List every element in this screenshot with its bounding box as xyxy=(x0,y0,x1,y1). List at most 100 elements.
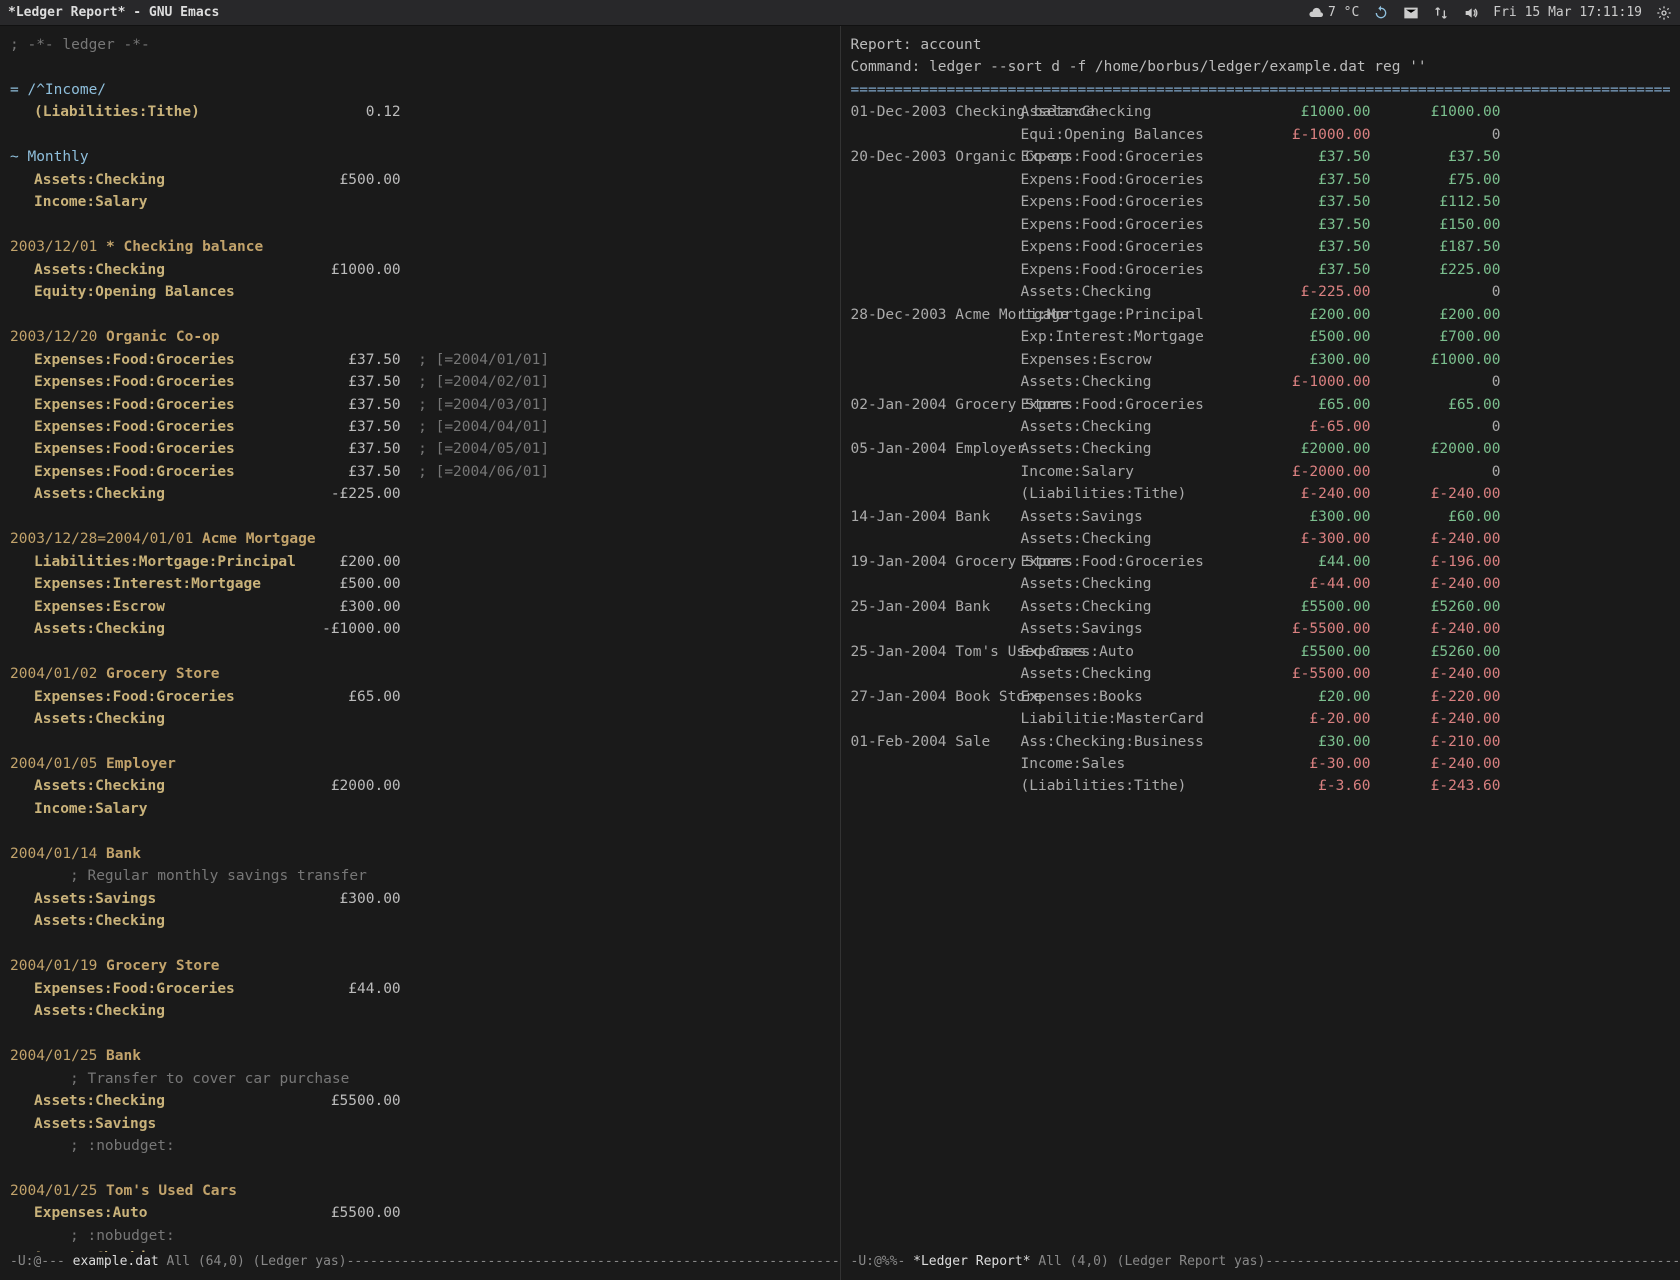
report-balance: £-210.00 xyxy=(1371,731,1501,753)
source-line[interactable]: 2004/01/19 Grocery Store xyxy=(10,955,830,977)
refresh-icon[interactable] xyxy=(1373,5,1389,21)
report-row[interactable]: Income:Sales£-30.00£-240.00 xyxy=(851,753,1671,775)
report-account: Assets:Checking xyxy=(1021,528,1241,550)
volume-icon[interactable] xyxy=(1463,5,1479,21)
report-row[interactable]: 02-Jan-2004 Grocery StoreExpens:Food:Gro… xyxy=(851,394,1671,416)
mail-icon[interactable] xyxy=(1403,5,1419,21)
source-line[interactable]: Expenses:Food:Groceries £37.50 ; [=2004/… xyxy=(10,371,830,393)
source-line[interactable]: Expenses:Food:Groceries £37.50 ; [=2004/… xyxy=(10,416,830,438)
source-line[interactable]: (Liabilities:Tithe) 0.12 xyxy=(10,101,830,123)
right-buffer[interactable]: Report: account Command: ledger --sort d… xyxy=(841,26,1680,1280)
source-line[interactable]: Assets:Checking £500.00 xyxy=(10,169,830,191)
source-line[interactable]: 2004/01/25 Tom's Used Cars xyxy=(10,1180,830,1202)
report-row[interactable]: (Liabilities:Tithe)£-3.60£-243.60 xyxy=(851,775,1671,797)
report-row[interactable]: Expens:Food:Groceries£37.50£225.00 xyxy=(851,259,1671,281)
source-line[interactable]: 2003/12/01 * Checking balance xyxy=(10,236,830,258)
report-amount: £-300.00 xyxy=(1241,528,1371,550)
source-line[interactable]: Assets:Checking -£225.00 xyxy=(10,483,830,505)
source-line[interactable]: Assets:Savings xyxy=(10,1113,830,1135)
report-row[interactable]: Assets:Checking£-44.00£-240.00 xyxy=(851,573,1671,595)
source-line[interactable]: Expenses:Interest:Mortgage £500.00 xyxy=(10,573,830,595)
source-line[interactable]: ; -*- ledger -*- xyxy=(10,34,830,56)
source-line[interactable] xyxy=(10,933,830,955)
source-line[interactable]: ; Regular monthly savings transfer xyxy=(10,865,830,887)
source-line[interactable]: ; :nobudget: xyxy=(10,1135,830,1157)
report-row[interactable]: 20-Dec-2003 Organic Co-opExpens:Food:Gro… xyxy=(851,146,1671,168)
report-row[interactable]: Income:Salary£-2000.000 xyxy=(851,461,1671,483)
report-row[interactable]: 28-Dec-2003 Acme MortgageLi:Mortgage:Pri… xyxy=(851,304,1671,326)
report-row[interactable]: Assets:Checking£-225.000 xyxy=(851,281,1671,303)
source-line[interactable]: ; Transfer to cover car purchase xyxy=(10,1068,830,1090)
report-row[interactable]: 19-Jan-2004 Grocery StoreExpens:Food:Gro… xyxy=(851,551,1671,573)
source-line[interactable] xyxy=(10,506,830,528)
source-line[interactable]: = /^Income/ xyxy=(10,79,830,101)
source-line[interactable] xyxy=(10,124,830,146)
source-line[interactable] xyxy=(10,731,830,753)
source-line[interactable]: Equity:Opening Balances xyxy=(10,281,830,303)
source-line[interactable]: Assets:Checking xyxy=(10,708,830,730)
source-line[interactable]: 2003/12/28=2004/01/01 Acme Mortgage xyxy=(10,528,830,550)
source-line[interactable]: ~ Monthly xyxy=(10,146,830,168)
report-row[interactable]: Assets:Savings£-5500.00£-240.00 xyxy=(851,618,1671,640)
source-line[interactable]: Expenses:Auto £5500.00 xyxy=(10,1202,830,1224)
report-row[interactable]: 27-Jan-2004 Book StoreExpenses:Books£20.… xyxy=(851,686,1671,708)
report-row[interactable]: Expens:Food:Groceries£37.50£150.00 xyxy=(851,214,1671,236)
settings-icon[interactable] xyxy=(1656,5,1672,21)
report-row[interactable]: Equi:Opening Balances£-1000.000 xyxy=(851,124,1671,146)
source-line[interactable]: 2004/01/25 Bank xyxy=(10,1045,830,1067)
left-buffer[interactable]: ; -*- ledger -*- = /^Income/(Liabilities… xyxy=(0,26,841,1280)
source-line[interactable]: Assets:Checking xyxy=(10,1000,830,1022)
clock[interactable]: Fri 15 Mar 17:11:19 xyxy=(1493,5,1642,20)
report-row[interactable]: 01-Feb-2004 SaleAss:Checking:Business£30… xyxy=(851,731,1671,753)
report-row[interactable]: Exp:Interest:Mortgage£500.00£700.00 xyxy=(851,326,1671,348)
report-row[interactable]: Expens:Food:Groceries£37.50£187.50 xyxy=(851,236,1671,258)
source-line[interactable]: 2004/01/02 Grocery Store xyxy=(10,663,830,685)
network-icon[interactable] xyxy=(1433,5,1449,21)
report-row[interactable]: (Liabilities:Tithe)£-240.00£-240.00 xyxy=(851,483,1671,505)
source-line[interactable] xyxy=(10,304,830,326)
weather-indicator[interactable]: 7 °C xyxy=(1308,5,1359,21)
report-row[interactable]: 25-Jan-2004 BankAssets:Checking£5500.00£… xyxy=(851,596,1671,618)
report-amount: £-240.00 xyxy=(1241,483,1371,505)
source-line[interactable]: Expenses:Food:Groceries £65.00 xyxy=(10,686,830,708)
source-line[interactable]: Income:Salary xyxy=(10,798,830,820)
source-line[interactable]: Income:Salary xyxy=(10,191,830,213)
report-row[interactable]: 25-Jan-2004 Tom's Used CarsExpenses:Auto… xyxy=(851,641,1671,663)
report-row[interactable]: Liabilitie:MasterCard£-20.00£-240.00 xyxy=(851,708,1671,730)
source-line[interactable]: Assets:Savings £300.00 xyxy=(10,888,830,910)
report-date-payee xyxy=(851,214,1021,236)
report-row[interactable]: Assets:Checking£-1000.000 xyxy=(851,371,1671,393)
source-line[interactable] xyxy=(10,1157,830,1179)
source-line[interactable]: Expenses:Food:Groceries £37.50 ; [=2004/… xyxy=(10,394,830,416)
report-row[interactable]: Assets:Checking£-300.00£-240.00 xyxy=(851,528,1671,550)
source-line[interactable] xyxy=(10,56,830,78)
source-line[interactable]: Assets:Checking xyxy=(10,910,830,932)
source-line[interactable] xyxy=(10,214,830,236)
report-balance: £37.50 xyxy=(1371,146,1501,168)
source-line[interactable] xyxy=(10,820,830,842)
source-line[interactable]: Liabilities:Mortgage:Principal £200.00 xyxy=(10,551,830,573)
source-line[interactable]: Expenses:Escrow £300.00 xyxy=(10,596,830,618)
source-line[interactable]: 2004/01/14 Bank xyxy=(10,843,830,865)
source-line[interactable]: Expenses:Food:Groceries £37.50 ; [=2004/… xyxy=(10,461,830,483)
source-line[interactable] xyxy=(10,1023,830,1045)
report-row[interactable]: Assets:Checking£-5500.00£-240.00 xyxy=(851,663,1671,685)
source-line[interactable]: Assets:Checking -£1000.00 xyxy=(10,618,830,640)
source-line[interactable]: Assets:Checking £5500.00 xyxy=(10,1090,830,1112)
report-row[interactable]: Expens:Food:Groceries£37.50£75.00 xyxy=(851,169,1671,191)
source-line[interactable]: 2003/12/20 Organic Co-op xyxy=(10,326,830,348)
report-row[interactable]: 05-Jan-2004 EmployerAssets:Checking£2000… xyxy=(851,438,1671,460)
source-line[interactable]: Expenses:Food:Groceries £44.00 xyxy=(10,978,830,1000)
report-row[interactable]: Expens:Food:Groceries£37.50£112.50 xyxy=(851,191,1671,213)
source-line[interactable]: Expenses:Food:Groceries £37.50 ; [=2004/… xyxy=(10,438,830,460)
source-line[interactable]: Expenses:Food:Groceries £37.50 ; [=2004/… xyxy=(10,349,830,371)
source-line[interactable]: ; :nobudget: xyxy=(10,1225,830,1247)
source-line[interactable] xyxy=(10,641,830,663)
report-row[interactable]: Expenses:Escrow£300.00£1000.00 xyxy=(851,349,1671,371)
source-line[interactable]: Assets:Checking £1000.00 xyxy=(10,259,830,281)
report-row[interactable]: 14-Jan-2004 BankAssets:Savings£300.00£60… xyxy=(851,506,1671,528)
report-row[interactable]: 01-Dec-2003 Checking balanceAssets:Check… xyxy=(851,101,1671,123)
report-row[interactable]: Assets:Checking£-65.000 xyxy=(851,416,1671,438)
source-line[interactable]: Assets:Checking £2000.00 xyxy=(10,775,830,797)
source-line[interactable]: 2004/01/05 Employer xyxy=(10,753,830,775)
